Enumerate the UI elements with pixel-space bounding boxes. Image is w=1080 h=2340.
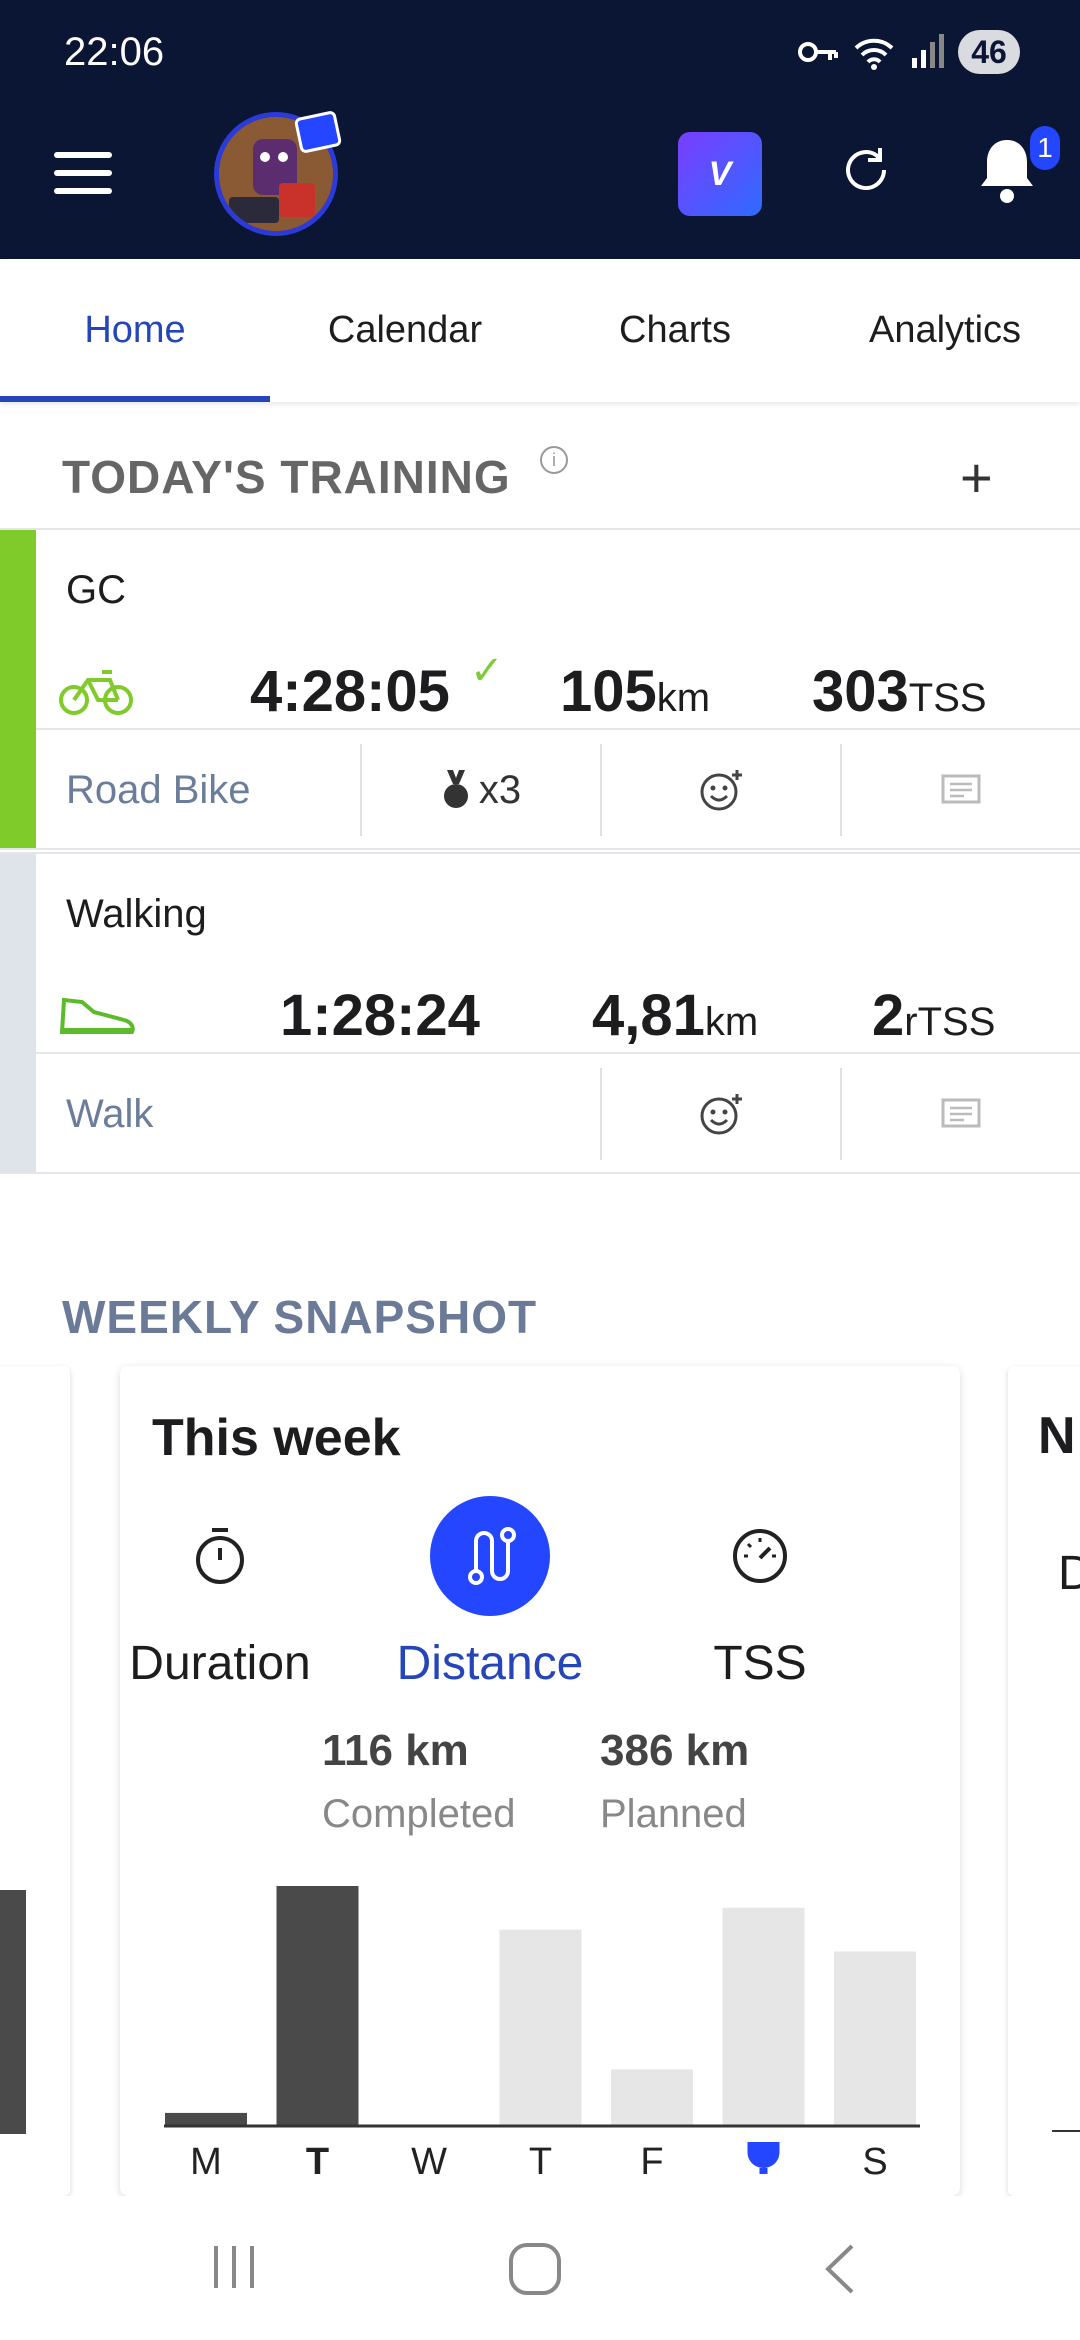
workout-footer: Walk: [36, 1052, 1080, 1172]
refresh-icon[interactable]: [838, 142, 894, 198]
medal-icon: [443, 770, 468, 808]
completed-value: 116 km: [322, 1726, 469, 1775]
home-nav-icon[interactable]: [508, 2242, 562, 2296]
planned-label: Planned: [600, 1792, 747, 1836]
battery-indicator: 46: [958, 30, 1020, 74]
wifi-icon: [854, 38, 894, 70]
workout-card[interactable]: Walking 1:28:24 4,81km 2rTSS Walk: [0, 852, 1080, 1174]
metric-label: Distance: [396, 1637, 584, 1690]
signal-icon: [912, 34, 944, 68]
bike-icon: [59, 670, 133, 715]
tab-analytics[interactable]: Analytics: [810, 259, 1080, 402]
chart-day-label: S: [862, 2141, 887, 2183]
recent-apps-icon[interactable]: [210, 2242, 260, 2292]
smiley-plus-icon: [700, 770, 742, 811]
back-nav-icon[interactable]: [820, 2242, 860, 2296]
comment-icon: [941, 1098, 981, 1128]
notification-badge: 1: [1030, 126, 1060, 170]
completed-check-icon: ✓: [470, 649, 504, 693]
workout-type-label: Road Bike: [66, 768, 251, 812]
tab-charts[interactable]: Charts: [540, 259, 810, 402]
workout-name: Walking: [66, 892, 207, 936]
workout-type-label: Walk: [66, 1092, 154, 1136]
comment-icon: [941, 774, 981, 804]
vpn-key-icon: [798, 42, 838, 62]
chart-bar: [499, 1929, 582, 2126]
comment-button[interactable]: [842, 1054, 1080, 1174]
chart-bar: [165, 2112, 247, 2126]
tab-calendar[interactable]: Calendar: [270, 259, 540, 402]
route-icon: [430, 1496, 550, 1616]
tss-unit: rTSS: [904, 1000, 996, 1044]
add-workout-button[interactable]: +: [960, 450, 993, 506]
info-icon[interactable]: i: [540, 446, 568, 474]
weekly-snapshot-title: WEEKLY SNAPSHOT: [62, 1291, 538, 1343]
workout-stats: 1:28:24 4,81km 2rTSS: [0, 964, 1080, 1064]
feeling-button[interactable]: [602, 730, 840, 850]
chart-day-label: M: [190, 2141, 222, 2183]
completed-label: Completed: [322, 1792, 516, 1836]
workout-footer: Road Bike x3: [36, 728, 1080, 848]
previous-week-card[interactable]: [0, 1366, 70, 2196]
metric-label: TSS: [713, 1637, 807, 1690]
workout-distance: 105: [560, 659, 657, 724]
planned-value: 386 km: [600, 1726, 750, 1775]
medals-button[interactable]: x3: [362, 730, 600, 850]
stopwatch-icon: [160, 1496, 280, 1616]
metric-duration[interactable]: Duration: [110, 1496, 330, 1691]
trophy-icon: [747, 2142, 780, 2174]
chart-day-label: F: [640, 2141, 663, 2183]
metric-label: Duration: [129, 1637, 311, 1690]
avatar-badge-icon: [293, 110, 343, 154]
app-logo-text: V: [708, 154, 732, 193]
shoe-icon: [59, 997, 135, 1034]
app-logo-button[interactable]: V: [678, 132, 762, 216]
workout-distance: 4,81: [592, 983, 705, 1048]
app-header: 22:06 46 V 1: [0, 0, 1080, 259]
medal-count: x3: [478, 767, 522, 812]
system-nav-bar: [0, 2196, 1080, 2340]
distance-unit: km: [704, 1000, 759, 1044]
tab-home[interactable]: Home: [0, 259, 270, 402]
workout-tss: 2: [872, 983, 905, 1048]
metric-tss[interactable]: TSS: [650, 1496, 870, 1691]
weekly-distance-chart: MTWTFS: [164, 1886, 920, 2183]
workout-stats: 4:28:05 ✓ 105km 303TSS: [0, 640, 1080, 740]
metric-distance[interactable]: Distance: [380, 1496, 600, 1691]
this-week-card[interactable]: This week Duration Distance TSS 116 km C…: [120, 1366, 960, 2196]
workout-duration: 4:28:05: [250, 659, 450, 724]
main-tabs: Home Calendar Charts Analytics: [0, 259, 1080, 402]
workout-name: GC: [66, 568, 126, 612]
workout-tss: 303: [812, 659, 909, 724]
status-time: 22:06: [64, 30, 165, 74]
smiley-plus-icon: [700, 1094, 742, 1135]
chart-bar: [722, 1907, 805, 2126]
week-card-title: This week: [152, 1409, 401, 1467]
chart-day-label: W: [411, 2141, 447, 2183]
chart-bar: [834, 1951, 916, 2126]
chart-bar: [611, 2069, 693, 2126]
feeling-button[interactable]: [602, 1054, 840, 1174]
comment-button[interactable]: [842, 730, 1080, 850]
workout-duration: 1:28:24: [280, 983, 480, 1048]
distance-unit: km: [656, 676, 711, 720]
chart-day-label: T: [306, 2141, 329, 2183]
completed-stat: 116 km Completed: [322, 1726, 515, 1837]
chart-bar: [276, 1886, 359, 2126]
next-week-card[interactable]: N D: [1008, 1366, 1080, 2196]
tss-unit: TSS: [908, 676, 987, 720]
menu-button[interactable]: [54, 152, 112, 194]
planned-stat: 386 km Planned: [600, 1726, 749, 1837]
status-icons: 46: [798, 30, 1020, 74]
gauge-icon: [700, 1496, 820, 1616]
bell-icon[interactable]: [976, 134, 1038, 206]
workout-card[interactable]: GC 4:28:05 ✓ 105km 303TSS Road Bike x3: [0, 528, 1080, 850]
todays-training-title: TODAY'S TRAINING: [62, 451, 511, 503]
chart-day-label: T: [529, 2141, 552, 2183]
